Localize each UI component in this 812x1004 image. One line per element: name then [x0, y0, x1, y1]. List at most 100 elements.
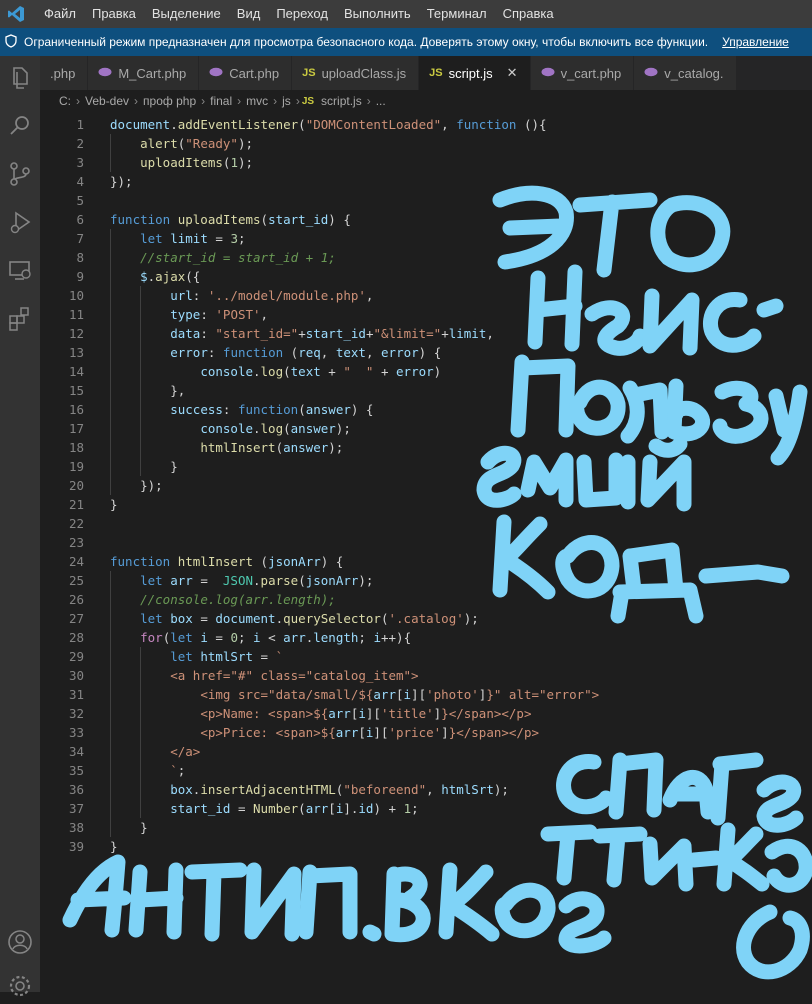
code-line[interactable]: 10 url: '../model/module.php', [40, 286, 812, 305]
code-line[interactable]: 25 let arr = JSON.parse(jsonArr); [40, 571, 812, 590]
code-line[interactable]: 24 function htmlInsert (jsonArr) { [40, 552, 812, 571]
code-line[interactable]: 15 }, [40, 381, 812, 400]
menu-run[interactable]: Выполнить [336, 0, 419, 28]
code-token: . [253, 421, 261, 436]
search-icon[interactable] [6, 112, 34, 140]
code-editor[interactable]: 1 document.addEventListener("DOMContentLo… [40, 112, 812, 992]
breadcrumb-item[interactable]: C: [59, 94, 71, 108]
code-line[interactable]: 17 console.log(answer); [40, 419, 812, 438]
code-token: let [140, 231, 171, 246]
breadcrumb-item[interactable]: mvc [246, 94, 268, 108]
code-line[interactable]: 16 success: function(answer) { [40, 400, 812, 419]
explorer-icon[interactable] [6, 64, 34, 92]
code-token: arr [328, 706, 351, 721]
php-icon [644, 67, 658, 80]
code-line[interactable]: 28 for(let i = 0; i < arr.length; i++){ [40, 628, 812, 647]
menu-file[interactable]: Файл [36, 0, 84, 28]
menu-edit[interactable]: Правка [84, 0, 144, 28]
code-token: 'POST' [215, 307, 261, 322]
account-icon[interactable] [6, 928, 34, 956]
code-line[interactable]: 3 uploadItems(1); [40, 153, 812, 172]
settings-gear-icon[interactable] [6, 972, 34, 1000]
chevron-right-icon: › [201, 94, 206, 108]
code-line[interactable]: 26 //console.log(arr.length); [40, 590, 812, 609]
code-line[interactable]: 2 alert("Ready"); [40, 134, 812, 153]
menu-view[interactable]: Вид [229, 0, 269, 28]
code-token: 'price' [388, 725, 442, 740]
menu-go[interactable]: Переход [268, 0, 336, 28]
code-line[interactable]: 14 console.log(text + " " + error) [40, 362, 812, 381]
code-line[interactable]: 31 <img src="data/small/${arr[i]['photo'… [40, 685, 812, 704]
tab-m-cart-php[interactable]: M_Cart.php [88, 56, 200, 90]
tab-script-js[interactable]: JS script.js ✕ [419, 56, 531, 90]
code-line[interactable]: 36 box.insertAdjacentHTML("beforeend", h… [40, 780, 812, 799]
breadcrumb-symbol[interactable]: ... [376, 94, 386, 108]
code-line[interactable]: 21} [40, 495, 812, 514]
menu-selection[interactable]: Выделение [144, 0, 229, 28]
menu-terminal[interactable]: Терминал [419, 0, 495, 28]
breadcrumb-item[interactable]: final [210, 94, 232, 108]
line-number: 24 [68, 554, 84, 569]
code-line[interactable]: 22 [40, 514, 812, 533]
code-line[interactable]: 8 //start_id = start_id + 1; [40, 248, 812, 267]
tab-label: M_Cart.php [118, 65, 187, 81]
code-line[interactable]: 19 } [40, 457, 812, 476]
line-number: 17 [68, 421, 84, 436]
code-line[interactable]: 29 let htmlSrt = ` [40, 647, 812, 666]
breadcrumb-item[interactable]: Veb-dev [85, 94, 129, 108]
code-token: i [253, 630, 261, 645]
code-line[interactable]: 27 let box = document.querySelector('.ca… [40, 609, 812, 628]
code-line[interactable]: 6 function uploadItems(start_id) { [40, 210, 812, 229]
code-token: req [298, 345, 321, 360]
code-line[interactable]: 23 [40, 533, 812, 552]
tab-v-catalog-php[interactable]: v_catalog. [634, 56, 737, 90]
banner-manage-link[interactable]: Управление [722, 35, 789, 49]
code-line[interactable]: 37 start_id = Number(arr[i].id) + 1; [40, 799, 812, 818]
code-token: ( [260, 212, 269, 227]
tab-php-partial[interactable]: .php [40, 56, 89, 90]
menu-help[interactable]: Справка [495, 0, 562, 28]
breadcrumb-item[interactable]: проф php [143, 94, 196, 108]
breadcrumb-file[interactable]: script.js [321, 94, 362, 108]
code-line[interactable]: 1 document.addEventListener("DOMContentLo… [40, 115, 812, 134]
code-line[interactable]: 12 data: "start_id="+start_id+"&limit="+… [40, 324, 812, 343]
code-line[interactable]: 5 [40, 191, 812, 210]
code-line[interactable]: 32 <p>Name: <span>${arr[i]['title']}</sp… [40, 704, 812, 723]
tab-uploadclass-js[interactable]: JS uploadClass.js [292, 56, 420, 90]
source-control-icon[interactable] [6, 160, 34, 188]
code-line[interactable]: 34 </a> [40, 742, 812, 761]
code-line[interactable]: 11 type: 'POST', [40, 305, 812, 324]
code-line[interactable]: 7 let limit = 3; [40, 229, 812, 248]
code-token: (){ [516, 117, 547, 132]
code-token: limit [448, 326, 487, 341]
remote-explorer-icon[interactable] [6, 256, 34, 284]
code-token: ` [170, 763, 178, 778]
line-number: 16 [68, 402, 84, 417]
code-line[interactable]: 9 $.ajax({ [40, 267, 812, 286]
code-line[interactable]: 38 } [40, 818, 812, 837]
code-line[interactable]: 4}); [40, 172, 812, 191]
breadcrumb-item[interactable]: js [282, 94, 291, 108]
line-number: 4 [76, 174, 84, 189]
code-line[interactable]: 30 <a href="#" class="catalog_item"> [40, 666, 812, 685]
close-icon[interactable]: ✕ [507, 65, 518, 81]
code-token: = [207, 630, 231, 645]
code-text: let arr = JSON.parse(jsonArr); [110, 571, 373, 590]
run-debug-icon[interactable] [6, 208, 34, 236]
code-text: //console.log(arr.length); [110, 590, 336, 609]
code-line[interactable]: 35 `; [40, 761, 812, 780]
tab-cart-php[interactable]: Cart.php [199, 56, 293, 90]
code-text: error: function (req, text, error) { [110, 343, 441, 362]
code-token: : [200, 307, 216, 322]
code-line[interactable]: 20 }); [40, 476, 812, 495]
code-line[interactable]: 39} [40, 837, 812, 856]
code-line[interactable]: 18 htmlInsert(answer); [40, 438, 812, 457]
line-number: 6 [76, 212, 84, 227]
code-line[interactable]: 33 <p>Price: <span>${arr[i]['price']}</s… [40, 723, 812, 742]
tab-v-cart-php[interactable]: v_cart.php [530, 56, 635, 90]
extensions-icon[interactable] [6, 304, 34, 332]
code-line[interactable]: 13 error: function (req, text, error) { [40, 343, 812, 362]
